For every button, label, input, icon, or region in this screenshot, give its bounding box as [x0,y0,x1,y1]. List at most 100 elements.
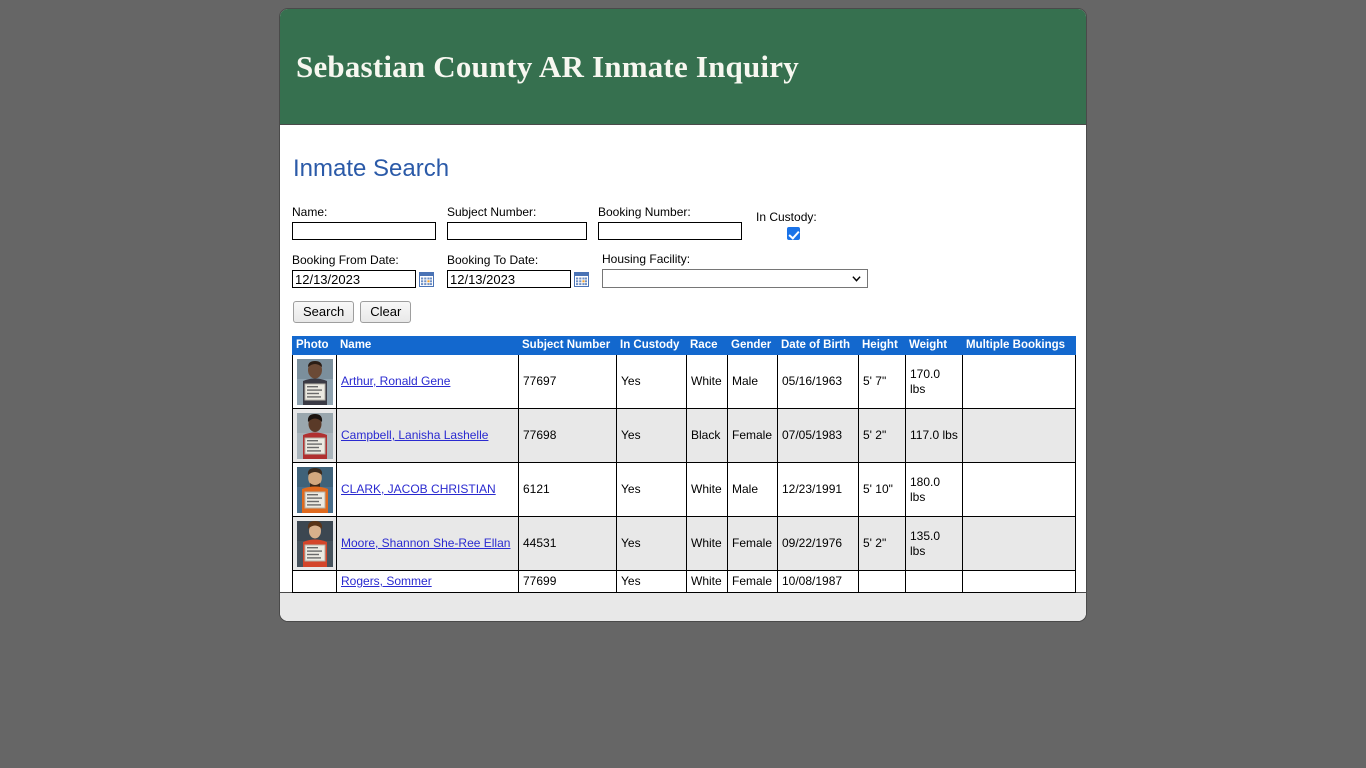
search-button[interactable]: Search [293,301,355,323]
housing-facility-select[interactable] [602,269,868,288]
inmate-photo-cell[interactable] [292,516,337,571]
inmate-subject-number-cell: 77698 [518,408,617,463]
search-form-row-2: Booking From Date: 12/13/2023 Booking To… [292,252,1074,288]
inmate-photo-cell[interactable] [292,408,337,463]
inmate-name-cell: CLARK, JACOB CHRISTIAN [336,462,519,517]
table-row: Rogers, Sommer 77699 Yes White Female 10… [292,570,1076,593]
inmate-race-cell: White [686,516,728,571]
inmate-height-cell: 5' 2" [858,516,906,571]
booking-number-field-group: Booking Number: [598,205,742,240]
housing-facility-field-group: Housing Facility: [602,252,868,288]
inmate-photo-cell[interactable] [292,354,337,409]
booking-from-date-wrap [292,270,434,288]
inmate-multiple-bookings-cell [962,408,1076,463]
section-title: Inmate Search [293,155,450,182]
inmate-date-of-birth-cell: 07/05/1983 [777,408,859,463]
mugshot-icon[interactable] [296,466,333,513]
inmate-gender-cell: Female [727,516,778,571]
inmate-name-link[interactable]: Campbell, Lanisha Lashelle [341,428,488,442]
inmate-race-cell: White [686,462,728,517]
inmate-photo-cell [292,570,337,593]
inmate-date-of-birth-cell: 05/16/1963 [777,354,859,409]
inmate-gender-cell: Male [727,354,778,409]
subject-number-input[interactable] [447,222,587,240]
column-header-height[interactable]: Height [858,336,906,355]
in-custody-checkbox[interactable] [787,227,800,240]
inmate-weight-cell: 117.0 lbs [905,408,963,463]
in-custody-label: In Custody: [756,210,817,224]
inmate-race-cell: White [686,354,728,409]
inmate-subject-number-cell: 77699 [518,570,617,593]
subject-number-field-group: Subject Number: [447,205,587,240]
in-custody-checkbox-wrap [756,227,817,240]
booking-to-date-field-group: Booking To Date: [447,253,589,288]
inmate-gender-cell: Male [727,462,778,517]
subject-number-label: Subject Number: [447,205,537,219]
column-header-multiple-bookings[interactable]: Multiple Bookings [962,336,1076,355]
name-input[interactable] [292,222,436,240]
inmate-name-cell: Moore, Shannon She-Ree Ellan [336,516,519,571]
mugshot-icon[interactable] [296,358,333,405]
mugshot-icon[interactable] [296,520,333,567]
inmate-in-custody-cell: Yes [616,462,687,517]
inmate-name-cell: Rogers, Sommer [336,570,519,593]
booking-to-date-wrap [447,270,589,288]
inmate-height-cell: 5' 2" [858,408,906,463]
booking-to-date-label: Booking To Date: [447,253,539,267]
inmate-name-link[interactable]: Arthur, Ronald Gene [341,374,450,388]
inmate-photo-cell[interactable] [292,462,337,517]
table-row: CLARK, JACOB CHRISTIAN 6121 Yes White Ma… [292,462,1076,517]
inmate-weight-cell: 170.0 lbs [905,354,963,409]
inmate-gender-cell: Female [727,408,778,463]
calendar-icon-from[interactable] [419,271,434,287]
search-form-row-1: Name: Subject Number: Booking Number: In… [292,205,1074,240]
inmate-results-table: Photo Name Subject Number In Custody Rac… [292,336,1076,593]
chevron-down-icon [852,276,861,282]
inmate-in-custody-cell: Yes [616,570,687,593]
inmate-name-link[interactable]: CLARK, JACOB CHRISTIAN [341,482,496,496]
inmate-gender-cell: Female [727,570,778,593]
inmate-in-custody-cell: Yes [616,516,687,571]
inmate-subject-number-cell: 44531 [518,516,617,571]
inmate-name-link[interactable]: Moore, Shannon She-Ree Ellan [341,536,510,550]
table-header-row: Photo Name Subject Number In Custody Rac… [292,336,1076,355]
inmate-weight-cell: 180.0 lbs [905,462,963,517]
inmate-search-form: Name: Subject Number: Booking Number: In… [292,205,1074,323]
column-header-race[interactable]: Race [686,336,728,355]
inmate-date-of-birth-cell: 12/23/1991 [777,462,859,517]
page-banner: Sebastian County AR Inmate Inquiry [280,9,1086,125]
inmate-in-custody-cell: Yes [616,354,687,409]
booking-number-input[interactable] [598,222,742,240]
page-title: Sebastian County AR Inmate Inquiry [296,49,799,84]
inmate-race-cell: Black [686,408,728,463]
column-header-gender[interactable]: Gender [727,336,778,355]
name-label: Name: [292,205,328,219]
inmate-multiple-bookings-cell [962,462,1076,517]
booking-from-date-input[interactable] [292,270,416,288]
name-field-group: Name: [292,205,436,240]
table-row: Moore, Shannon She-Ree Ellan 44531 Yes W… [292,516,1076,571]
inmate-name-link[interactable]: Rogers, Sommer [341,574,432,588]
page-content: Inmate Search Name: Subject Number: Book… [280,125,1086,593]
inmate-name-cell: Campbell, Lanisha Lashelle [336,408,519,463]
inmate-height-cell [858,570,906,593]
in-custody-field-group: In Custody: [756,210,817,240]
booking-to-date-input[interactable] [447,270,571,288]
clear-button[interactable]: Clear [360,301,412,323]
column-header-weight[interactable]: Weight [905,336,963,355]
inmate-height-cell: 5' 7" [858,354,906,409]
column-header-photo[interactable]: Photo [292,336,337,355]
inmate-name-cell: Arthur, Ronald Gene [336,354,519,409]
inmate-multiple-bookings-cell [962,570,1076,593]
column-header-subject-number[interactable]: Subject Number [518,336,617,355]
column-header-date-of-birth[interactable]: Date of Birth [777,336,859,355]
search-form-actions: Search Clear [292,301,1074,323]
inmate-height-cell: 5' 10" [858,462,906,517]
column-header-name[interactable]: Name [336,336,519,355]
inmate-race-cell: White [686,570,728,593]
inmate-inquiry-page: Sebastian County AR Inmate Inquiry Inmat… [279,8,1087,622]
mugshot-icon[interactable] [296,412,333,459]
inmate-date-of-birth-cell: 10/08/1987 [777,570,859,593]
calendar-icon-to[interactable] [574,271,589,287]
column-header-in-custody[interactable]: In Custody [616,336,687,355]
